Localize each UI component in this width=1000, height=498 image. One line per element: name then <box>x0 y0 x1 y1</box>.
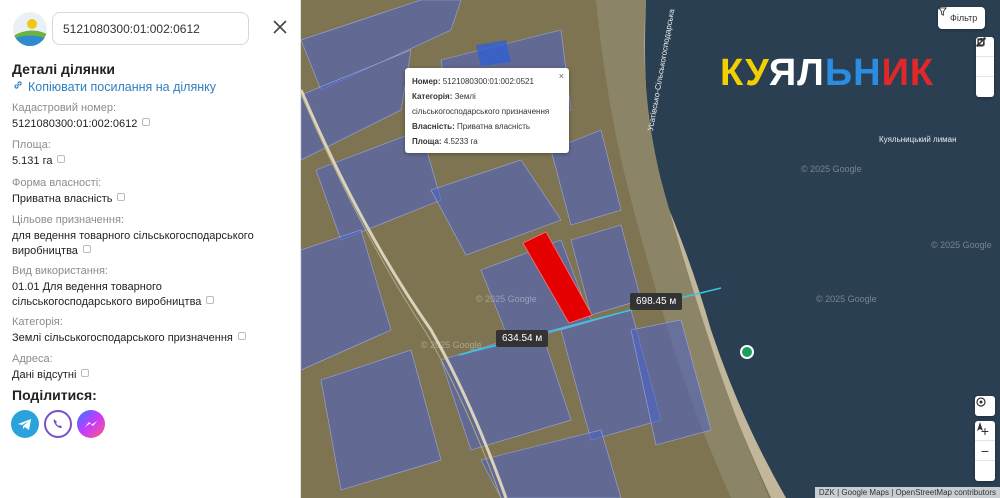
copy-icon[interactable] <box>82 245 91 253</box>
close-icon[interactable] <box>270 17 290 37</box>
measure-label: 698.45 м <box>630 293 683 310</box>
sidebar-panel: Деталі ділянки Копіювати посилання на ді… <box>0 0 301 498</box>
place-label: Куяльницький лиман <box>879 135 957 144</box>
map-watermark: © 2025 Google <box>801 164 862 174</box>
field-address: Адреса: Дані відсутні <box>12 352 90 383</box>
app-logo-icon[interactable] <box>13 12 47 46</box>
field-usage: Вид використання: 01.01 Для ведення това… <box>12 264 282 310</box>
copy-link-button[interactable]: Копіювати посилання на ділянку <box>12 79 216 94</box>
field-category: Категорія: Землі сільськогосподарського … <box>12 315 246 346</box>
details-heading: Деталі ділянки <box>12 61 115 77</box>
compass-icon[interactable] <box>975 422 995 481</box>
brand-letter: Н <box>853 52 882 94</box>
brand-letter: Я <box>768 52 798 94</box>
locate-icon[interactable] <box>975 396 995 416</box>
copy-link-label: Копіювати посилання на ділянку <box>28 79 216 94</box>
share-heading: Поділитися: <box>12 387 97 403</box>
copy-icon[interactable] <box>81 369 90 377</box>
app-root: Деталі ділянки Копіювати посилання на ді… <box>0 0 1000 498</box>
copy-icon[interactable] <box>142 118 151 126</box>
field-purpose: Цільове призначення: для ведення товарно… <box>12 214 254 257</box>
brand-letter: Ь <box>824 52 854 94</box>
brand-letter: У <box>745 52 769 94</box>
viber-icon[interactable] <box>44 410 72 438</box>
popup-close-icon[interactable]: × <box>559 69 564 84</box>
search-input[interactable] <box>52 12 249 45</box>
telegram-icon[interactable] <box>11 410 39 438</box>
locate-control <box>975 396 995 416</box>
copy-icon[interactable] <box>57 155 66 163</box>
brand-title: КУЯЛЬНИК <box>720 52 934 95</box>
parcel-popup: × Номер: 5121080300:01:002:0521 Категорі… <box>405 68 569 153</box>
map-watermark: © 2025 Google <box>816 294 877 304</box>
draw-polygon-icon[interactable] <box>976 38 994 77</box>
map-watermark: © 2025 Google <box>476 294 537 304</box>
map-watermark: © 2025 Google <box>421 340 482 350</box>
copy-icon[interactable] <box>117 193 126 201</box>
copy-icon[interactable] <box>206 296 215 304</box>
field-area: Площа: 5.131 га <box>12 138 66 169</box>
map-watermark: © 2025 Google <box>931 240 992 250</box>
brand-letter: К <box>909 52 935 94</box>
brand-letter: И <box>881 52 910 94</box>
draw-toolbar <box>976 37 994 97</box>
field-cadastral-number: Кадастровий номер: 5121080300:01:002:061… <box>12 101 151 132</box>
trash-icon[interactable] <box>976 38 994 97</box>
location-pin-icon[interactable] <box>740 345 754 359</box>
measure-label: 634.54 м <box>496 330 549 347</box>
brand-letter: К <box>720 52 746 94</box>
map-attribution[interactable]: DZK | Google Maps | OpenStreetMap contri… <box>814 487 1000 498</box>
copy-icon[interactable] <box>237 332 246 340</box>
zoom-out-icon[interactable]: − <box>975 441 995 461</box>
filter-button[interactable]: Фільтр <box>938 7 986 29</box>
map-view[interactable]: Усатівсько-Сільськогосподарська Куяльниц… <box>301 0 1000 498</box>
zoom-control: + − <box>975 421 995 481</box>
messenger-icon[interactable] <box>77 410 105 438</box>
field-ownership: Форма власності: Приватна власність <box>12 176 126 207</box>
brand-letter: Л <box>797 52 825 94</box>
link-icon <box>12 79 24 94</box>
